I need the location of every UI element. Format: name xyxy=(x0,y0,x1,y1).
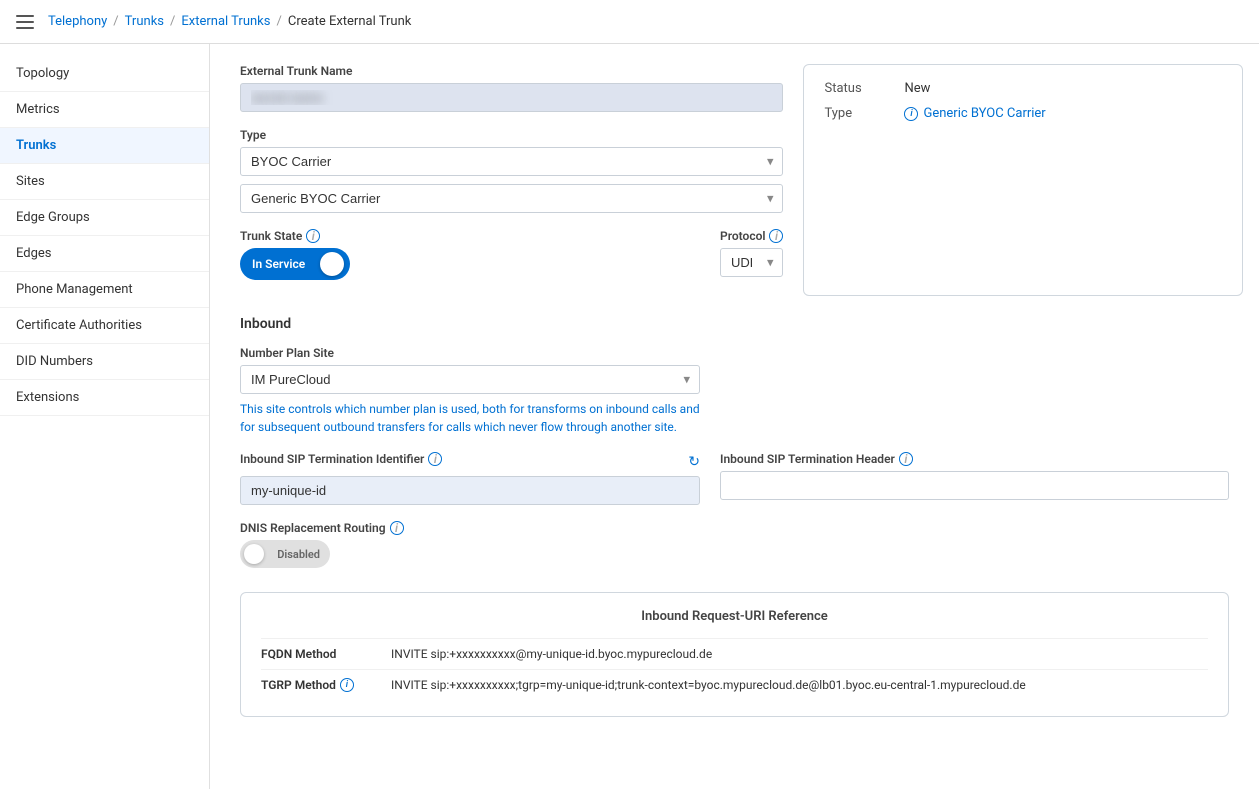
sidebar-item-metrics[interactable]: Metrics xyxy=(0,92,209,128)
dnis-info-icon[interactable]: i xyxy=(390,521,404,535)
trunk-state-group: Trunk State i In Service xyxy=(240,229,700,280)
tgrp-info-icon[interactable]: i xyxy=(340,678,354,692)
protocol-group: Protocol i UDP xyxy=(720,229,783,277)
protocol-select[interactable]: UDP xyxy=(720,248,783,277)
type-group: Type BYOC Carrier Generic BYOC Carrier xyxy=(240,128,783,213)
fqdn-value: INVITE sip:+xxxxxxxxxx@my-unique-id.byoc… xyxy=(391,647,712,661)
sip-termination-id-group: Inbound SIP Termination Identifier i ↻ xyxy=(240,452,700,505)
main-content: External Trunk Name Type BYOC Carrier Ge… xyxy=(210,44,1259,789)
sidebar-item-edges[interactable]: Edges xyxy=(0,236,209,272)
status-row-status: Status New xyxy=(824,81,1222,96)
breadcrumb-trunks[interactable]: Trunks xyxy=(125,14,164,29)
inbound-title: Inbound xyxy=(240,316,1229,332)
trunk-state-info-icon[interactable]: i xyxy=(306,229,320,243)
number-plan-site-group: Number Plan Site IM PureCloud This site … xyxy=(240,346,700,436)
sidebar-item-did-numbers[interactable]: DID Numbers xyxy=(0,344,209,380)
status-val-type: i Generic BYOC Carrier xyxy=(904,106,1045,121)
trunk-state-protocol-row: Trunk State i In Service Protocol xyxy=(240,229,783,280)
external-trunk-name-label: External Trunk Name xyxy=(240,64,783,78)
inbound-section: Inbound Number Plan Site IM PureCloud Th… xyxy=(240,316,1229,717)
type-select-wrapper-2: Generic BYOC Carrier xyxy=(240,184,783,213)
reference-card: Inbound Request-URI Reference FQDN Metho… xyxy=(240,592,1229,717)
dnis-group: DNIS Replacement Routing i Disabled xyxy=(240,521,1229,568)
type-select-byoc[interactable]: BYOC Carrier xyxy=(240,147,783,176)
breadcrumb-sep-3: / xyxy=(276,14,281,29)
trunk-state-toggle[interactable]: In Service xyxy=(240,248,350,280)
sidebar-item-edge-groups[interactable]: Edge Groups xyxy=(0,200,209,236)
sip-refresh-icon[interactable]: ↻ xyxy=(688,454,700,470)
breadcrumb-sep-1: / xyxy=(113,14,118,29)
external-trunk-name-group: External Trunk Name xyxy=(240,64,783,112)
tgrp-label: TGRP Method i xyxy=(261,678,391,692)
protocol-info-icon[interactable]: i xyxy=(769,229,783,243)
breadcrumb: Telephony / Trunks / External Trunks / C… xyxy=(48,14,411,29)
type-select-wrapper-1: BYOC Carrier xyxy=(240,147,783,176)
tgrp-value: INVITE sip:+xxxxxxxxxx;tgrp=my-unique-id… xyxy=(391,678,1026,692)
number-plan-site-wrapper: IM PureCloud xyxy=(240,365,700,394)
number-plan-site-select[interactable]: IM PureCloud xyxy=(240,365,700,394)
sidebar: Topology Metrics Trunks Sites Edge Group… xyxy=(0,44,210,789)
protocol-select-wrapper: UDP xyxy=(720,248,783,277)
status-type-link[interactable]: Generic BYOC Carrier xyxy=(923,106,1045,121)
type-select-generic[interactable]: Generic BYOC Carrier xyxy=(240,184,783,213)
status-key-type: Type xyxy=(824,106,904,121)
sidebar-item-topology[interactable]: Topology xyxy=(0,56,209,92)
sip-header-info-icon[interactable]: i xyxy=(899,452,913,466)
breadcrumb-current: Create External Trunk xyxy=(288,14,411,29)
status-key-status: Status xyxy=(824,81,904,96)
dnis-off-label: Disabled xyxy=(277,548,320,561)
protocol-label: Protocol i xyxy=(720,229,783,243)
breadcrumb-external-trunks[interactable]: External Trunks xyxy=(181,14,270,29)
sip-label-row: Inbound SIP Termination Identifier i ↻ xyxy=(240,452,700,471)
sip-termination-header-group: Inbound SIP Termination Header i xyxy=(720,452,1229,500)
dnis-label: DNIS Replacement Routing i xyxy=(240,521,1229,535)
number-plan-site-label: Number Plan Site xyxy=(240,346,700,360)
fqdn-row: FQDN Method INVITE sip:+xxxxxxxxxx@my-un… xyxy=(261,638,1208,669)
trunk-state-on-label: In Service xyxy=(252,257,305,271)
tgrp-row: TGRP Method i INVITE sip:+xxxxxxxxxx;tgr… xyxy=(261,669,1208,700)
breadcrumb-sep-2: / xyxy=(170,14,175,29)
sip-termination-id-label: Inbound SIP Termination Identifier i xyxy=(240,452,442,466)
status-row-type: Type i Generic BYOC Carrier xyxy=(824,106,1222,121)
dnis-thumb xyxy=(244,544,264,564)
fqdn-label: FQDN Method xyxy=(261,647,391,661)
reference-card-title: Inbound Request-URI Reference xyxy=(261,609,1208,624)
topbar: Telephony / Trunks / External Trunks / C… xyxy=(0,0,1259,44)
hamburger-icon[interactable] xyxy=(16,15,34,29)
status-card: Status New Type i Generic BYOC Carrier xyxy=(803,64,1243,296)
sidebar-item-trunks[interactable]: Trunks xyxy=(0,128,209,164)
sip-row: Inbound SIP Termination Identifier i ↻ I… xyxy=(240,452,1229,505)
breadcrumb-telephony[interactable]: Telephony xyxy=(48,14,107,29)
layout: Topology Metrics Trunks Sites Edge Group… xyxy=(0,44,1259,789)
sidebar-item-phone-management[interactable]: Phone Management xyxy=(0,272,209,308)
sip-id-info-icon[interactable]: i xyxy=(428,452,442,466)
number-plan-hint: This site controls which number plan is … xyxy=(240,400,700,436)
dnis-toggle[interactable]: Disabled xyxy=(240,540,330,568)
trunk-state-thumb xyxy=(320,252,344,276)
status-type-info-icon[interactable]: i xyxy=(904,107,918,121)
sidebar-item-extensions[interactable]: Extensions xyxy=(0,380,209,416)
left-form: External Trunk Name Type BYOC Carrier Ge… xyxy=(240,64,783,296)
status-val-status: New xyxy=(904,81,930,96)
top-section: External Trunk Name Type BYOC Carrier Ge… xyxy=(240,64,1229,296)
external-trunk-name-input[interactable] xyxy=(240,83,783,112)
sip-termination-header-label: Inbound SIP Termination Header i xyxy=(720,452,1229,466)
sidebar-item-certificate-authorities[interactable]: Certificate Authorities xyxy=(0,308,209,344)
type-label: Type xyxy=(240,128,783,142)
trunk-state-label: Trunk State i xyxy=(240,229,700,243)
sip-termination-header-input[interactable] xyxy=(720,471,1229,500)
sidebar-item-sites[interactable]: Sites xyxy=(0,164,209,200)
sip-termination-id-input[interactable] xyxy=(240,476,700,505)
